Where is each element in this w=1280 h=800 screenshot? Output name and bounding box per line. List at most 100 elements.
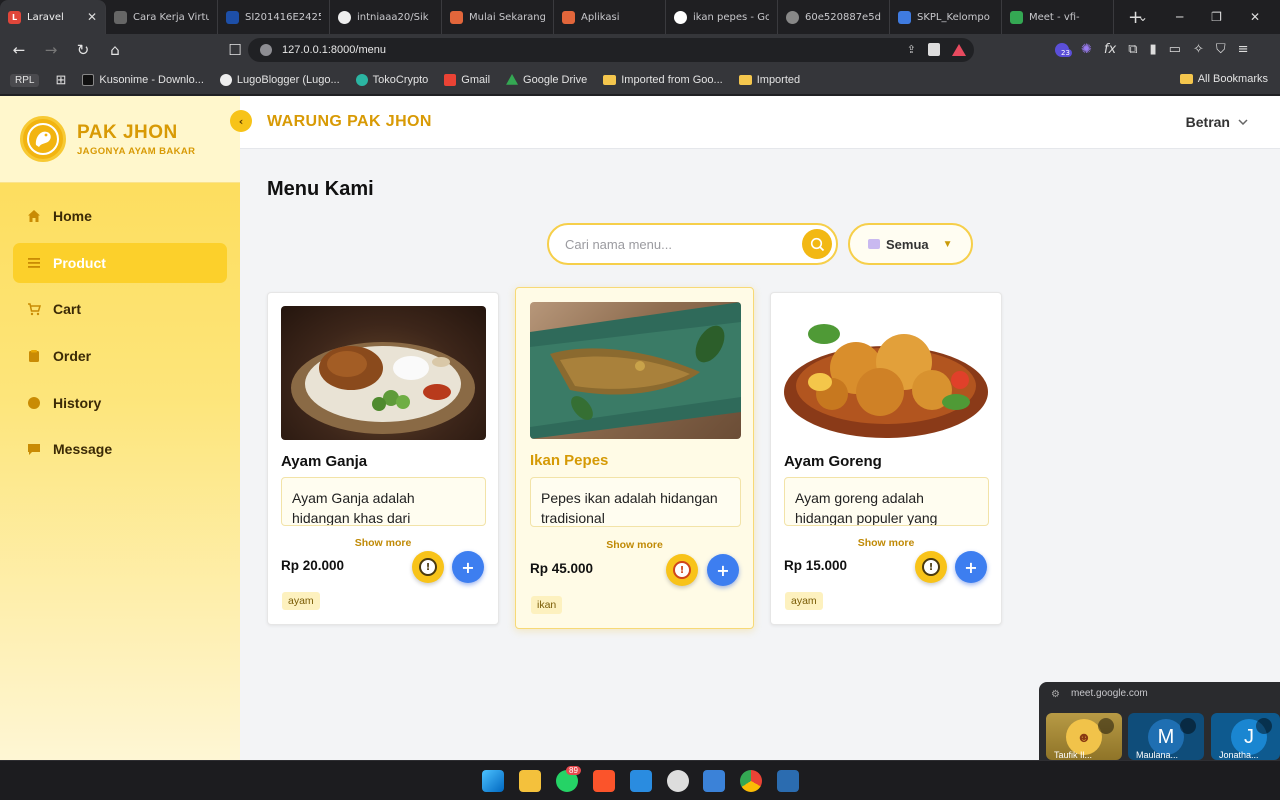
sidebar-item-order[interactable]: Order: [13, 336, 227, 376]
product-detail-button[interactable]: !: [666, 554, 698, 586]
bookmark-item[interactable]: Kusonime - Downlo...: [82, 74, 204, 86]
paint-icon[interactable]: [703, 770, 725, 792]
brand-text: PAK JHON JAGONYA AYAM BAKAR: [77, 122, 195, 157]
chevron-down-icon: ▼: [942, 238, 953, 250]
search-button[interactable]: [802, 229, 832, 259]
show-more-link[interactable]: Show more: [268, 537, 498, 549]
close-tab-icon[interactable]: ✕: [87, 10, 97, 24]
meet-picture-in-picture[interactable]: ⚙ meet.google.com ☻ Taufik Il... M Maula…: [1039, 682, 1280, 760]
file-explorer-icon[interactable]: [519, 770, 541, 792]
brave-shield-icon[interactable]: [928, 43, 940, 56]
sidebar-item-message[interactable]: Message: [13, 429, 227, 469]
profile-extension-icon[interactable]: 23: [1055, 42, 1072, 57]
maximize-button[interactable]: ❐: [1211, 10, 1222, 24]
remote-app-icon[interactable]: [777, 770, 799, 792]
brand: PAK JHON JAGONYA AYAM BAKAR: [0, 96, 240, 183]
web-favicon-icon: [786, 10, 799, 24]
collapse-sidebar-button[interactable]: ‹: [230, 110, 252, 132]
product-price: Rp 45.000: [530, 561, 594, 576]
participant-tile[interactable]: M Maulana...: [1128, 713, 1204, 760]
tab-item[interactable]: SI201416E2425: [218, 0, 330, 34]
product-detail-button[interactable]: !: [915, 551, 947, 583]
add-to-cart-button[interactable]: +: [955, 551, 987, 583]
sidebar: PAK JHON JAGONYA AYAM BAKAR Home Product…: [0, 96, 240, 760]
minimize-button[interactable]: ─: [1176, 10, 1183, 24]
show-more-link[interactable]: Show more: [516, 539, 753, 551]
vscode-icon[interactable]: [630, 770, 652, 792]
bookmark-icon[interactable]: ☐: [222, 37, 248, 63]
sidebar-item-home[interactable]: Home: [13, 196, 227, 236]
sidebar-toggle-icon[interactable]: ▮: [1149, 42, 1156, 57]
bookmark-folder[interactable]: Imported: [738, 74, 801, 86]
bookmark-item[interactable]: Google Drive: [506, 74, 587, 86]
product-description: Ayam goreng adalah hidangan populer yang: [784, 477, 989, 526]
mic-muted-icon: [1180, 718, 1196, 734]
tab-search-icon[interactable]: ⌄: [1138, 10, 1148, 24]
mic-muted-icon: [1098, 718, 1114, 734]
tab-laravel[interactable]: L Laravel ✕: [0, 0, 106, 34]
back-icon[interactable]: ←: [6, 37, 32, 63]
settings-extension-icon[interactable]: ✺: [1081, 42, 1092, 57]
bookmark-item[interactable]: TokoCrypto: [355, 74, 428, 86]
add-to-cart-button[interactable]: +: [452, 551, 484, 583]
sidebar-item-label: Product: [53, 254, 106, 271]
product-description: Ayam Ganja adalah hidangan khas dari: [281, 477, 486, 526]
extensions-puzzle-icon[interactable]: ⧉: [1128, 42, 1137, 57]
site-info-icon[interactable]: [260, 44, 272, 56]
bookmark-item[interactable]: Gmail: [444, 74, 490, 86]
tab-item[interactable]: Cara Kerja Virtu: [106, 0, 218, 34]
sidebar-menu: Home Product Cart Order History Message: [0, 183, 240, 469]
site-settings-icon[interactable]: ⚙: [1051, 689, 1060, 700]
menu-icon[interactable]: ≡: [1238, 42, 1249, 57]
participant-tile[interactable]: ☻ Taufik Il...: [1046, 713, 1122, 760]
category-filter-select[interactable]: Semua ▼: [848, 223, 973, 265]
bookmark-item[interactable]: LugoBlogger (Lugo...: [219, 74, 340, 86]
sidebar-item-label: Order: [53, 348, 92, 365]
add-to-cart-button[interactable]: +: [707, 554, 739, 586]
start-menu-icon[interactable]: [482, 770, 504, 792]
user-menu[interactable]: Betran: [1186, 114, 1248, 130]
product-description: Pepes ikan adalah hidangan tradisional: [530, 477, 741, 527]
vpn-icon[interactable]: ⛉: [1216, 42, 1226, 57]
folder-icon: [1179, 74, 1193, 84]
sidebar-item-product[interactable]: Product: [13, 242, 227, 283]
formula-extension-icon[interactable]: fx: [1104, 42, 1116, 57]
product-detail-button[interactable]: !: [412, 551, 444, 583]
tab-item[interactable]: ikan pepes - Go: [666, 0, 778, 34]
forward-icon[interactable]: →: [38, 37, 64, 63]
apps-grid-icon[interactable]: ⊞: [55, 72, 66, 88]
tab-item[interactable]: SKPL_Kelompo: [890, 0, 1002, 34]
bookmark-label: Imported: [756, 74, 801, 86]
app-icon[interactable]: [667, 770, 689, 792]
home-icon[interactable]: ⌂: [102, 37, 128, 63]
leo-ai-icon[interactable]: ✧: [1193, 42, 1204, 57]
close-window-button[interactable]: ✕: [1250, 10, 1260, 24]
tab-item[interactable]: Mulai Sekarang: [442, 0, 554, 34]
all-bookmarks-button[interactable]: All Bookmarks: [1179, 73, 1268, 85]
brave-rewards-icon[interactable]: [952, 43, 966, 56]
browser-nav-bar: ← → ↻ ⌂ ☐ 127.0.0.1:8000/menu ⇪ 23 ✺ fx …: [0, 34, 1280, 66]
all-bookmarks-label: All Bookmarks: [1197, 73, 1268, 85]
search-input[interactable]: [565, 236, 785, 252]
tab-item[interactable]: 60e520887e5d: [778, 0, 890, 34]
tab-item[interactable]: Aplikasi: [554, 0, 666, 34]
sidebar-item-cart[interactable]: Cart: [13, 289, 227, 329]
tab-item[interactable]: Meet - vfi-: [1002, 0, 1114, 34]
brave-browser-icon[interactable]: [593, 770, 615, 792]
chrome-icon[interactable]: [740, 770, 762, 792]
category-tag: ayam: [785, 592, 823, 610]
sidebar-item-label: Home: [53, 208, 92, 224]
address-bar[interactable]: 127.0.0.1:8000/menu ⇪: [248, 38, 974, 62]
bookmark-folder[interactable]: Imported from Goo...: [603, 74, 723, 86]
sidebar-item-history[interactable]: History: [13, 383, 227, 423]
reload-icon[interactable]: ↻: [70, 37, 96, 63]
wallet-icon[interactable]: ▭: [1169, 42, 1181, 57]
bookmark-rpl[interactable]: RPL: [10, 73, 40, 87]
product-price: Rp 15.000: [784, 558, 848, 573]
share-icon[interactable]: ⇪: [907, 43, 916, 56]
tab-item[interactable]: intniaaa20/Sik: [330, 0, 442, 34]
bookmark-label: Gmail: [461, 74, 491, 86]
participant-tile[interactable]: J Jonatha...: [1211, 713, 1280, 760]
show-more-link[interactable]: Show more: [771, 537, 1001, 549]
home-icon: [28, 210, 40, 222]
